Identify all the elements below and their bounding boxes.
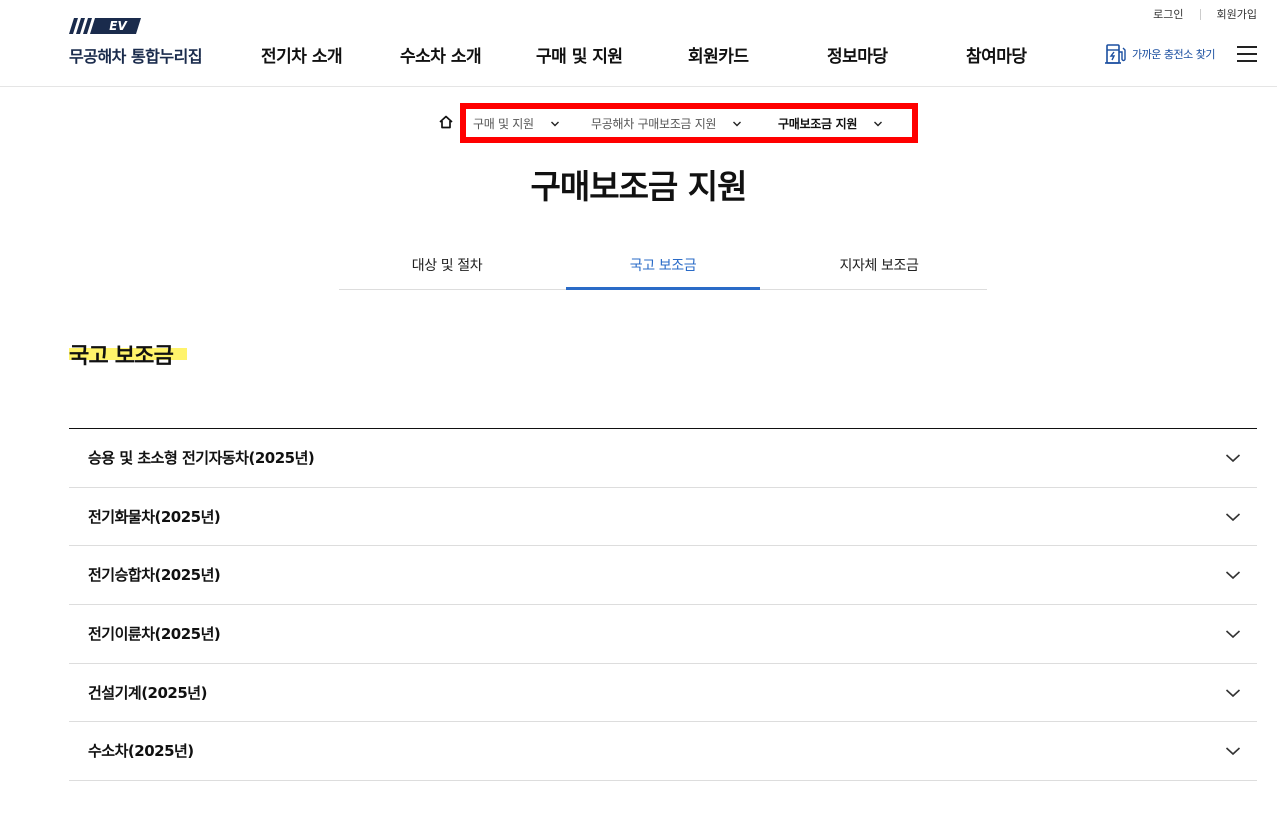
- chevron-down-icon: [1225, 513, 1241, 521]
- nav-purchase-support[interactable]: 구매 및 지원: [536, 42, 623, 67]
- accordion-item-passenger[interactable]: 승용 및 초소형 전기자동차(2025년): [69, 429, 1257, 488]
- accordion-item-construction[interactable]: 건설기계(2025년): [69, 664, 1257, 723]
- nav-hydrogen-intro[interactable]: 수소차 소개: [400, 42, 482, 67]
- nav-member-card[interactable]: 회원카드: [688, 42, 749, 67]
- breadcrumb-item-subsidy-support[interactable]: 무공해차 구매보조금 지원: [591, 115, 742, 132]
- chevron-down-icon: [1225, 747, 1241, 756]
- chevron-down-icon: [874, 121, 883, 126]
- tab-national-subsidy[interactable]: 국고 보조금: [566, 248, 760, 290]
- chevron-down-icon: [1225, 689, 1241, 697]
- nav-info[interactable]: 정보마당: [827, 42, 888, 67]
- accordion-item-motorcycle[interactable]: 전기이륜차(2025년): [69, 605, 1257, 664]
- utility-links: 로그인 회원가입: [1153, 6, 1257, 22]
- section-title-text: 국고 보조금: [69, 344, 174, 369]
- home-icon[interactable]: [438, 114, 454, 130]
- main-nav: 전기차 소개 수소차 소개 구매 및 지원 회원카드 정보마당 참여마당: [0, 42, 1277, 67]
- subsidy-accordion: 승용 및 초소형 전기자동차(2025년) 전기화물차(2025년) 전기승합차…: [69, 428, 1257, 782]
- breadcrumb-item-current[interactable]: 구매보조금 지원: [778, 115, 883, 132]
- divider: [1199, 8, 1201, 20]
- logo-ev-badge: EV: [109, 19, 127, 33]
- nearby-charger-label: 가까운 충전소 찾기: [1132, 48, 1215, 61]
- accordion-label: 전기승합차(2025년): [88, 566, 221, 585]
- accordion-item-truck[interactable]: 전기화물차(2025년): [69, 488, 1257, 547]
- accordion-item-bus[interactable]: 전기승합차(2025년): [69, 546, 1257, 606]
- nearby-charger-link[interactable]: 가까운 충전소 찾기: [1104, 42, 1215, 66]
- section-title: 국고 보조금: [69, 338, 187, 370]
- menu-icon[interactable]: [1237, 46, 1257, 62]
- tab-target-procedure[interactable]: 대상 및 절차: [339, 248, 555, 290]
- signup-link[interactable]: 회원가입: [1217, 6, 1257, 22]
- accordion-item-hydrogen[interactable]: 수소차(2025년): [69, 722, 1257, 782]
- breadcrumb-item-purchase-support[interactable]: 구매 및 지원: [473, 115, 560, 132]
- accordion-label: 건설기계(2025년): [88, 683, 207, 702]
- breadcrumb-label: 구매 및 지원: [473, 117, 534, 131]
- chevron-down-icon: [733, 121, 742, 126]
- login-link[interactable]: 로그인: [1153, 6, 1183, 22]
- breadcrumb: 구매 및 지원 무공해차 구매보조금 지원 구매보조금 지원: [460, 103, 918, 143]
- charger-icon: [1105, 44, 1126, 64]
- chevron-down-icon: [550, 121, 559, 126]
- nav-participation[interactable]: 참여마당: [966, 42, 1027, 67]
- page-title: 구매보조금 지원: [530, 167, 747, 206]
- chevron-down-icon: [1225, 630, 1241, 639]
- tab-bar: 대상 및 절차 국고 보조금 지자체 보조금: [339, 248, 987, 290]
- breadcrumb-label: 무공해차 구매보조금 지원: [591, 117, 717, 131]
- accordion-label: 승용 및 초소형 전기자동차(2025년): [88, 449, 315, 467]
- chevron-down-icon: [1225, 571, 1241, 580]
- site-header: 로그인 회원가입 EV 무공해차 통합누리집 전기차 소개 수소차 소개 구매 …: [0, 0, 1277, 87]
- nav-ev-intro[interactable]: 전기차 소개: [261, 42, 343, 67]
- tab-local-subsidy[interactable]: 지자체 보조금: [771, 248, 987, 290]
- accordion-label: 전기이륜차(2025년): [88, 625, 221, 644]
- accordion-label: 전기화물차(2025년): [88, 507, 221, 526]
- breadcrumb-label: 구매보조금 지원: [778, 117, 858, 131]
- accordion-label: 수소차(2025년): [88, 742, 194, 761]
- chevron-down-icon: [1225, 454, 1241, 463]
